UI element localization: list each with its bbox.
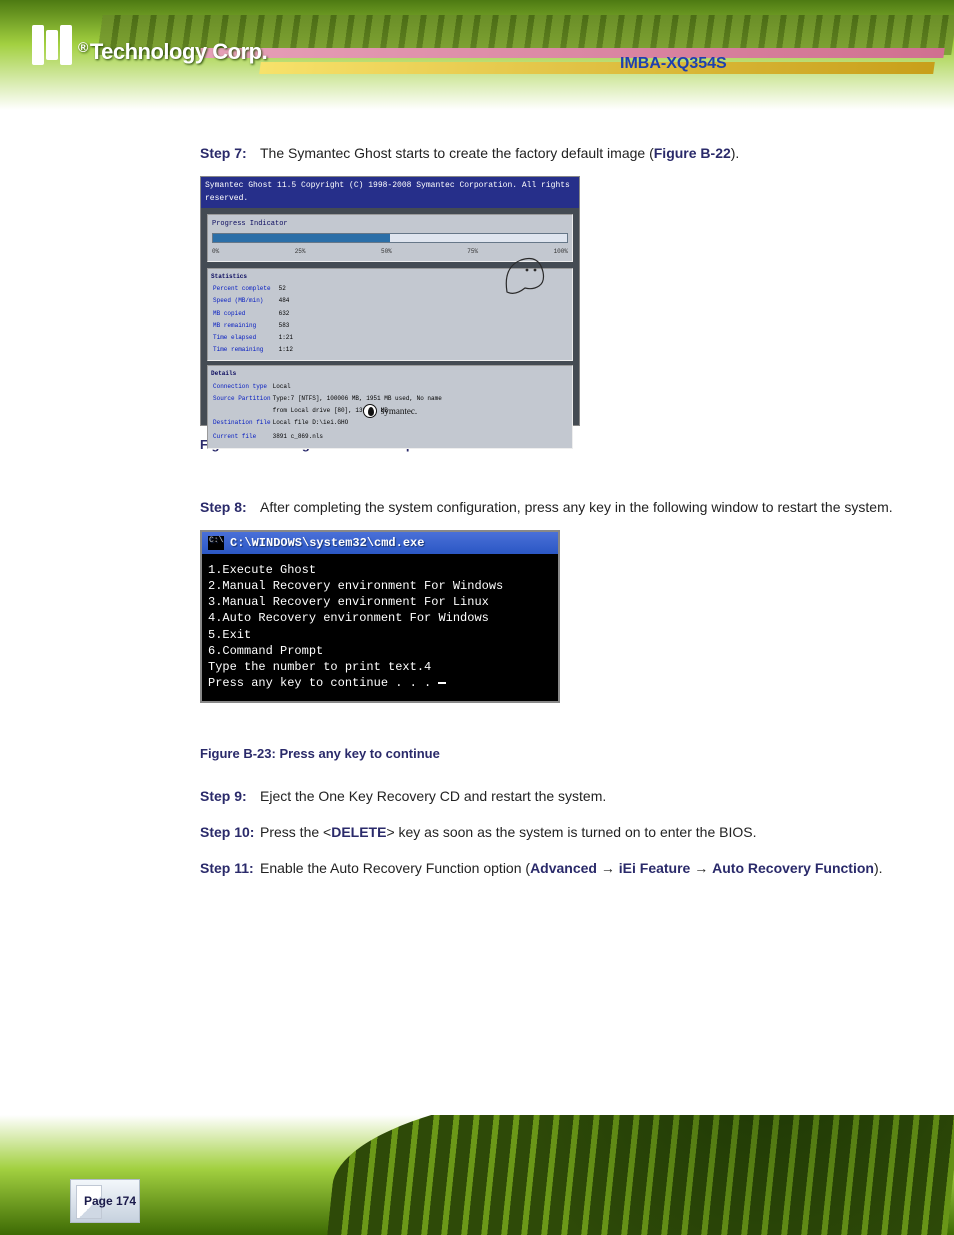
cmd-l5: 5.Exit xyxy=(208,628,251,642)
arrow-icon: → xyxy=(601,860,615,876)
ghost-screenshot: Symantec Ghost 11.5 Copyright (C) 1998-2… xyxy=(200,176,580,426)
tick-100: 100% xyxy=(554,247,568,257)
tick-75: 75% xyxy=(467,247,478,257)
bios-path-2: iEi Feature xyxy=(619,860,691,876)
det-cur-l: Current file xyxy=(213,432,271,442)
cmd-title-bar: C:\ C:\WINDOWS\system32\cmd.exe xyxy=(202,532,558,554)
ghost-progress-label: Progress Indicator xyxy=(212,219,568,231)
step-number: Step 8: xyxy=(200,496,247,520)
cmd-screenshot: C:\ C:\WINDOWS\system32\cmd.exe 1.Execut… xyxy=(200,530,560,704)
step-11-text-a: Enable the Auto Recovery Function option… xyxy=(260,860,530,876)
registered-symbol: ® xyxy=(78,39,88,55)
cmd-icon: C:\ xyxy=(208,536,224,550)
step-11: Step 11: Enable the Auto Recovery Functi… xyxy=(200,857,914,881)
cmd-l3: 3.Manual Recovery environment For Linux xyxy=(208,595,489,609)
stat-percent-l: Percent complete xyxy=(213,284,277,294)
step-9-text: Eject the One Key Recovery CD and restar… xyxy=(260,788,606,804)
bios-path-1: Advanced xyxy=(530,860,597,876)
circuit-swoop-graphic xyxy=(325,1115,954,1235)
stat-remain-v: 583 xyxy=(279,321,299,331)
arrow-icon: → xyxy=(694,860,708,876)
step-7-text-b: ). xyxy=(731,145,740,161)
step-8: Step 8: After completing the system conf… xyxy=(200,496,914,520)
pink-strip-graphic xyxy=(199,48,944,58)
brand-logo: ®Technology Corp. xyxy=(32,25,267,65)
ghost-footer: symantec. xyxy=(201,404,579,419)
ghost-details-header: Details xyxy=(211,369,569,379)
step-number: Step 9: xyxy=(200,785,247,809)
cmd-l6: 6.Command Prompt xyxy=(208,644,323,658)
step-9: Step 9: Eject the One Key Recovery CD an… xyxy=(200,785,914,809)
step-7-text-a: The Symantec Ghost starts to create the … xyxy=(260,145,654,161)
page-number-wrap: Page 174 xyxy=(70,1179,140,1223)
step-10-text-a: Press the < xyxy=(260,824,331,840)
stat-elapsed-l: Time elapsed xyxy=(213,333,277,343)
step-number: Step 11: xyxy=(200,857,254,881)
det-conn-v: Local xyxy=(273,382,442,392)
cmd-body: 1.Execute Ghost 2.Manual Recovery enviro… xyxy=(202,554,558,702)
logo-mark-icon xyxy=(32,25,72,65)
step-10-text-b: > key as soon as the system is turned on… xyxy=(386,824,756,840)
stat-remain-l: MB remaining xyxy=(213,321,277,331)
stat-percent-v: 52 xyxy=(279,284,299,294)
det-conn-l: Connection type xyxy=(213,382,271,392)
ghost-stats-table: Percent complete52 Speed (MB/min)484 MB … xyxy=(211,282,301,357)
stat-speed-l: Speed (MB/min) xyxy=(213,296,277,306)
stat-copied-l: MB copied xyxy=(213,309,277,319)
ghost-progress-bar xyxy=(212,233,568,243)
bios-path-3: Auto Recovery Function xyxy=(712,860,874,876)
figure-ref: Figure B-22 xyxy=(654,145,731,161)
det-srcp-l: Source Partition xyxy=(213,394,271,404)
step-11-text-b: ). xyxy=(874,860,883,876)
bottom-banner: Page 174 xyxy=(0,1115,954,1235)
step-number: Step 10: xyxy=(200,821,254,845)
page-number: Page 174 xyxy=(74,1194,136,1208)
product-name: IMBA-XQ354S xyxy=(620,55,727,73)
stat-speed-v: 484 xyxy=(279,296,299,306)
step-10: Step 10: Press the <DELETE> key as soon … xyxy=(200,821,914,845)
det-dest-l: Destination file xyxy=(213,418,271,428)
ghost-titlebar: Symantec Ghost 11.5 Copyright (C) 1998-2… xyxy=(201,177,579,208)
top-banner: ®Technology Corp. IMBA-XQ354S xyxy=(0,0,954,110)
symantec-logo-icon xyxy=(363,404,377,418)
stat-tremain-l: Time remaining xyxy=(213,345,277,355)
tick-50: 50% xyxy=(381,247,392,257)
det-dest-v: Local file D:\iei.GHO xyxy=(273,418,442,428)
cmd-l2: 2.Manual Recovery environment For Window… xyxy=(208,579,503,593)
page-content: Step 7: The Symantec Ghost starts to cre… xyxy=(0,110,954,881)
det-srcp-v: Type:7 [NTFS], 100006 MB, 1951 MB used, … xyxy=(273,394,442,404)
step-number: Step 7: xyxy=(200,142,247,166)
page-badge: Page 174 xyxy=(70,1179,140,1223)
tick-0: 0% xyxy=(212,247,219,257)
ghost-doodle-icon xyxy=(499,252,549,297)
delete-key: DELETE xyxy=(331,824,386,840)
symantec-text: symantec. xyxy=(381,406,417,416)
det-cur-v: 3891 c_869.nls xyxy=(273,432,442,442)
cmd-cursor-icon xyxy=(438,682,446,684)
brand-text: Technology Corp. xyxy=(90,39,267,64)
cmd-l1: 1.Execute Ghost xyxy=(208,563,316,577)
stat-copied-v: 632 xyxy=(279,309,299,319)
yellow-strip-graphic xyxy=(259,62,935,74)
cmd-l4: 4.Auto Recovery environment For Windows xyxy=(208,611,489,625)
cmd-title: C:\WINDOWS\system32\cmd.exe xyxy=(230,535,424,551)
stat-tremain-v: 1:12 xyxy=(279,345,299,355)
step-8-text: After completing the system configuratio… xyxy=(260,499,893,515)
figure-23-caption: Figure B-23: Press any key to continue xyxy=(200,743,914,765)
step-7: Step 7: The Symantec Ghost starts to cre… xyxy=(200,142,914,166)
cmd-l7: Type the number to print text.4 xyxy=(208,660,431,674)
tick-25: 25% xyxy=(295,247,306,257)
stat-elapsed-v: 1:21 xyxy=(279,333,299,343)
cmd-l8: Press any key to continue . . . xyxy=(208,676,438,690)
